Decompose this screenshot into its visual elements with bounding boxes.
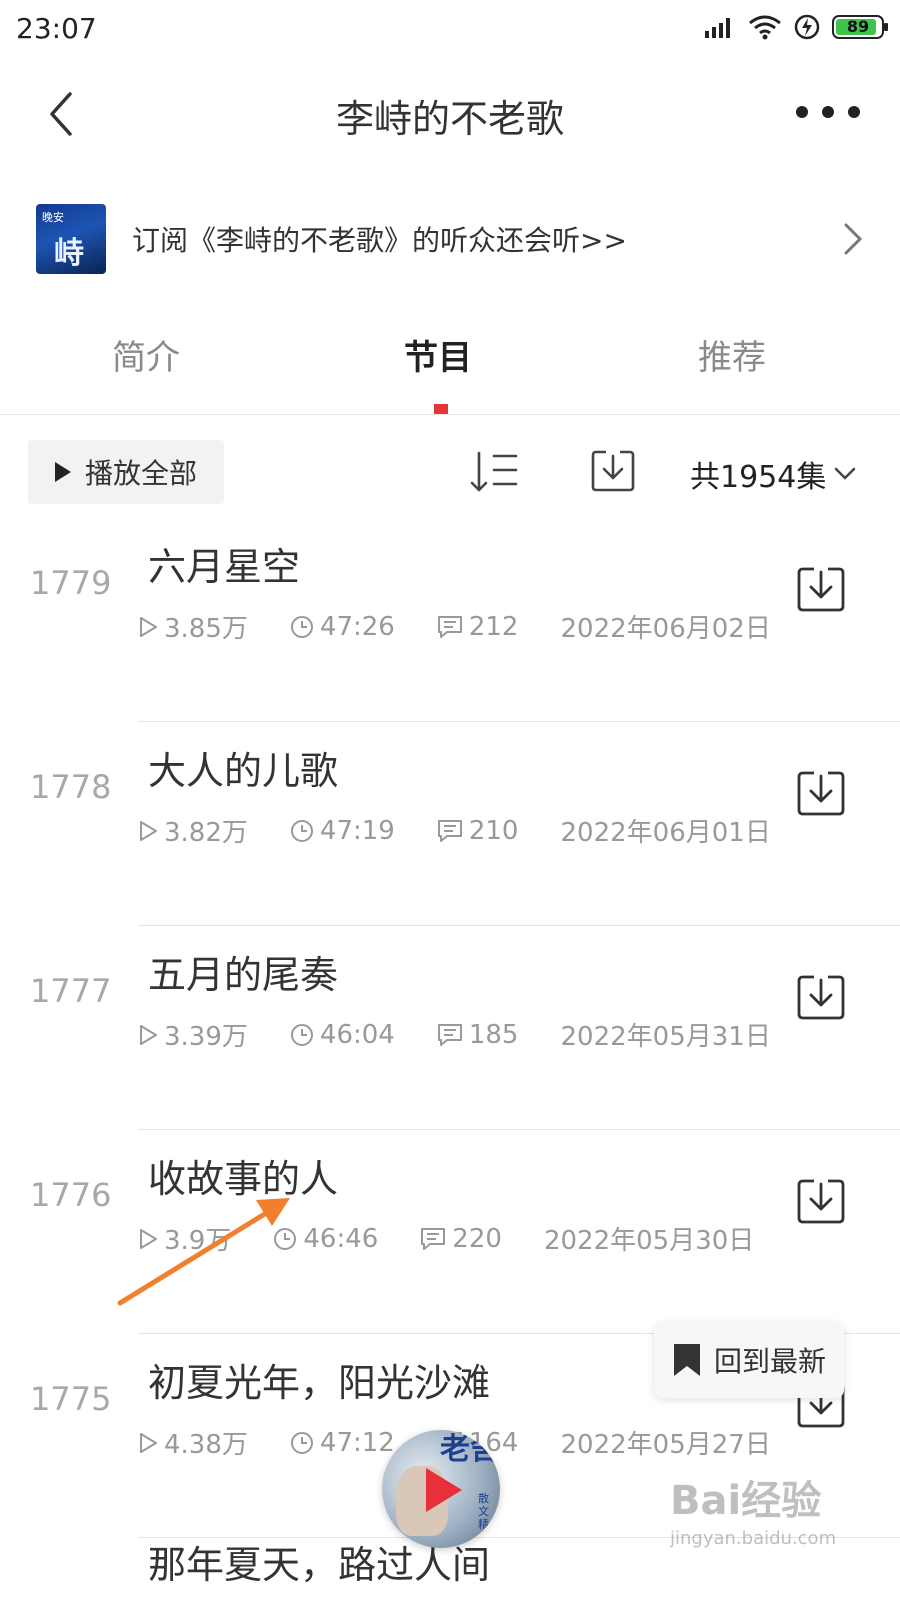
episode-date: 2022年05月31日	[560, 1022, 771, 1052]
comment-icon	[437, 819, 462, 842]
download-button[interactable]	[796, 972, 846, 1022]
episode-row[interactable]: 1779 六月星空 3.85万 47:26 212 2022年06月02日	[0, 518, 900, 722]
comment-count: 220	[452, 1223, 502, 1254]
batch-download-button[interactable]	[590, 448, 636, 494]
play-icon	[54, 462, 71, 482]
tab-divider	[0, 414, 900, 415]
album-cover-thumbnail: 晚安 峙	[36, 204, 106, 274]
wifi-icon	[749, 15, 781, 40]
comment-icon	[437, 1023, 462, 1046]
page-title: 李峙的不老歌	[335, 97, 564, 141]
episode-number: 1778	[30, 768, 112, 806]
episode-title: 收故事的人	[148, 1157, 339, 1201]
mini-player-button[interactable]: 老舍 散文精	[382, 1430, 500, 1548]
tab-episodes[interactable]: 节目	[404, 330, 472, 379]
play-icon	[426, 1468, 462, 1512]
comment-icon	[421, 1227, 446, 1250]
comment-count: 210	[468, 815, 519, 846]
episode-number: 1775	[30, 1380, 112, 1418]
play-all-button[interactable]: 播放全部	[28, 440, 224, 504]
comment-count: 212	[468, 611, 519, 642]
play-count: 3.9万	[164, 1226, 232, 1256]
episode-date: 2022年05月27日	[560, 1430, 771, 1460]
download-button[interactable]	[796, 564, 846, 614]
active-tab-indicator	[434, 404, 448, 414]
tab-recommend[interactable]: 推荐	[698, 330, 766, 379]
episode-meta: 3.9万 46:46 220 2022年05月30日	[138, 1220, 754, 1257]
play-count: 3.85万	[164, 614, 248, 644]
play-all-label: 播放全部	[84, 457, 197, 490]
more-dot-icon	[848, 106, 860, 118]
play-count-icon	[140, 820, 157, 841]
more-options-button[interactable]	[796, 96, 860, 128]
clock-icon	[290, 819, 313, 842]
episode-date: 2022年05月30日	[543, 1226, 755, 1256]
episode-title: 大人的儿歌	[148, 749, 339, 793]
chevron-right-icon	[844, 223, 863, 255]
status-icons: 89	[704, 14, 888, 40]
play-count: 4.38万	[164, 1430, 248, 1460]
play-count: 3.82万	[164, 818, 248, 848]
clock-icon	[290, 1023, 313, 1046]
episode-title: 五月的尾奏	[148, 953, 339, 997]
signal-icon	[705, 18, 730, 38]
episode-row[interactable]: 1776 收故事的人 3.9万 46:46 220 2022年05月30日	[0, 1130, 900, 1334]
download-button[interactable]	[796, 1176, 846, 1226]
chevron-down-icon	[835, 467, 856, 480]
episode-date: 2022年06月01日	[560, 818, 771, 848]
episode-title: 六月星空	[148, 545, 301, 589]
episode-duration: 47:26	[319, 611, 395, 642]
episode-meta: 3.82万 47:19 210 2022年06月01日	[138, 812, 771, 849]
charging-icon	[794, 14, 820, 40]
episode-title: 初夏光年，阳光沙滩	[148, 1361, 491, 1405]
bookmark-icon	[673, 1344, 700, 1376]
watermark-logo: Bai经验	[670, 1478, 822, 1524]
tab-intro[interactable]: 简介	[112, 330, 180, 379]
sort-order-button[interactable]	[470, 450, 520, 494]
related-subscriptions-banner[interactable]: 晚安 峙 订阅《李峙的不老歌》的听众还会听>>	[36, 204, 866, 274]
baidu-watermark: Bai经验 jingyan.baidu.com	[670, 1468, 836, 1549]
cover-text-small: 晚安	[42, 211, 64, 224]
watermark-url: jingyan.baidu.com	[670, 1528, 837, 1549]
play-count-icon	[140, 1432, 157, 1453]
episode-date: 2022年06月02日	[560, 614, 771, 644]
episode-row[interactable]: 1778 大人的儿歌 3.82万 47:19 210 2022年06月01日	[0, 722, 900, 926]
status-time: 23:07	[16, 12, 97, 45]
play-count-icon	[140, 1228, 157, 1249]
episode-count-dropdown[interactable]: 共1954集	[690, 452, 856, 496]
play-count-icon	[140, 1024, 157, 1045]
more-dot-icon	[822, 106, 834, 118]
clock-icon	[290, 1431, 313, 1454]
comment-icon	[437, 615, 462, 638]
download-button[interactable]	[796, 768, 846, 818]
back-to-latest-button[interactable]: 回到最新	[654, 1322, 844, 1398]
comment-count: 185	[468, 1019, 519, 1050]
promo-text: 订阅《李峙的不老歌》的听众还会听>>	[132, 224, 627, 257]
battery-indicator: 89	[832, 15, 888, 39]
episode-row[interactable]: 1777 五月的尾奏 3.39万 46:04 185 2022年05月31日	[0, 926, 900, 1130]
episode-duration: 46:46	[303, 1223, 379, 1254]
player-cover-title: 老舍	[440, 1432, 500, 1467]
episode-number: 1776	[30, 1176, 112, 1214]
back-to-latest-label: 回到最新	[713, 1345, 826, 1378]
battery-percent: 89	[846, 17, 870, 36]
episode-duration: 47:19	[319, 815, 395, 846]
more-dot-icon	[796, 106, 808, 118]
episode-meta: 3.85万 47:26 212 2022年06月02日	[138, 608, 771, 645]
play-count: 3.39万	[164, 1022, 248, 1052]
episode-duration: 47:12	[319, 1427, 395, 1458]
clock-icon	[274, 1227, 297, 1250]
play-count-icon	[140, 616, 157, 637]
episode-duration: 46:04	[319, 1019, 395, 1050]
cover-text-large: 峙	[54, 236, 84, 271]
episode-number: 1779	[30, 564, 112, 602]
episode-meta: 3.39万 46:04 185 2022年05月31日	[138, 1016, 771, 1053]
player-cover-subtitle: 散文精	[478, 1492, 489, 1531]
episode-number: 1777	[30, 972, 112, 1010]
clock-icon	[290, 615, 313, 638]
episode-count-label: 共1954集	[690, 460, 827, 495]
